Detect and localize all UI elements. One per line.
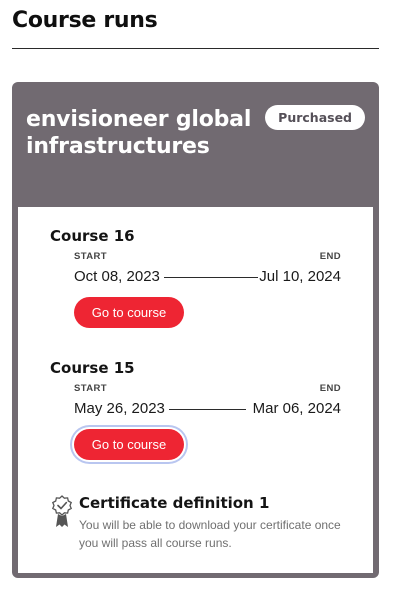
title-divider [12,48,379,49]
start-date: May 26, 2023 [74,400,165,417]
end-date: Mar 06, 2024 [252,400,341,417]
start-label: START [74,383,107,394]
course-runs-panel: Course 16 START END Oct 08, 2023 Jul 10,… [18,207,373,573]
course-title: envisioneer global infrastructures [26,107,252,159]
go-to-course-button[interactable]: Go to course [74,429,184,460]
end-label: END [319,383,341,394]
certificate-title: Certificate definition 1 [79,494,270,512]
go-to-course-button[interactable]: Go to course [74,297,184,328]
date-range-line [169,409,246,410]
course-run-name: Course 15 [50,359,135,377]
date-range-line [164,277,258,278]
course-run-name: Course 16 [50,227,135,245]
certificate-ribbon-icon [51,495,73,529]
start-date: Oct 08, 2023 [74,268,160,285]
end-label: END [319,251,341,262]
page-title: Course runs [12,8,158,33]
course-card: envisioneer global infrastructures Purch… [12,82,379,578]
purchased-badge: Purchased [265,105,365,130]
start-label: START [74,251,107,262]
end-date: Jul 10, 2024 [259,268,341,285]
certificate-description: You will be able to download your certif… [79,518,341,550]
